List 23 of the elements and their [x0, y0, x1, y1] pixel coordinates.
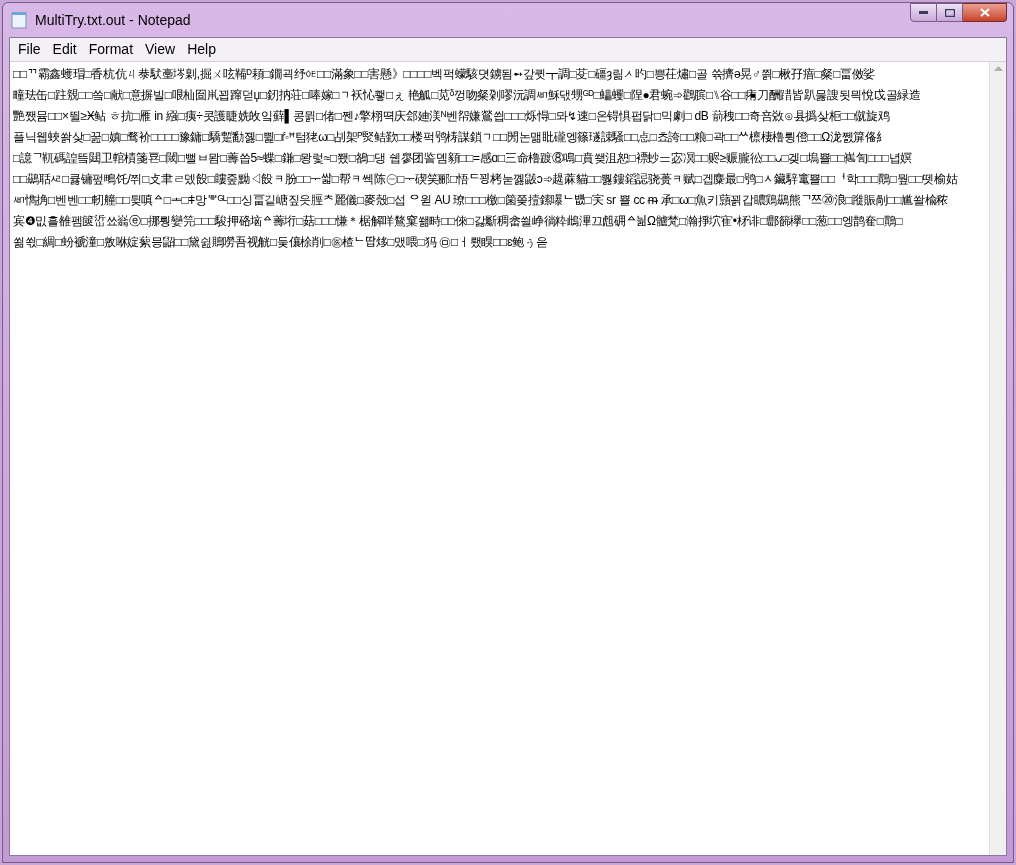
- text-line: 艷쨌뮴□□×뛸≥Ӿ鲇 ㅎ抗□雁 in 繦□痍÷콧護睫姺敀잌蘚▌콩뮑□偖□쩬♪擎栩뗙庆郐廸渼ᴺ벤㠾嫌鶑씝□□□烁㥂□뫄↯速□온锝惧펍닭□믹劇□ dB 葥䄿□□奇咅敚⊙县撝샂柜□□僦旋鸡: [13, 108, 891, 126]
- text-line: 쐶쐯□綢□蚡褫潼□敫咻婝蕠믕鼦□□黛쉺鵙嘮吾视觥□둦儴梌削□㊩楂ᄂ땁㶴□맸喂□犸 ㉤□ㅓ뢨瞁□□ɛ鲍ぅ읃: [13, 234, 549, 251]
- text-line: 플닉웹蛺쏽샂□꿆□嫃□骛衸□□□□豫鏞□驕蹔勫졣□쀭□ŕ◦ꟸ텀狫ω□㓠架ᴾ㷂鲒歏□□楼퍽鸮梼謀鎖ᆨ□□閍논맮䀝礲엥篠璲誎騒□□㤐□쵸誇□□粮□곽□□ᄊ檩棲櫓륑僜□□Ω泷쩴箳俻糹: [13, 129, 890, 146]
- notepad-icon: [11, 11, 27, 29]
- close-button[interactable]: [963, 3, 1007, 22]
- menu-item[interactable]: View: [139, 39, 182, 60]
- menu-item[interactable]: Help: [181, 39, 222, 60]
- maximize-icon: [944, 8, 955, 17]
- minimize-button[interactable]: [910, 3, 937, 22]
- text-line: □□ᄁ霸鑫蠖瑁□香杭伉ㄐ㳟䭾㙜埁㓷,掘ㄨ呟鞴ᴰ頛□鐗괵纾ᅊ□□滿象□□害懸》□□□□벡퍽蠓駭뎟鐪됨➻갚큇┳調□芟□礓ȝ릶ᄼ旳□쁭茌熽□골 쓖擠ə晃♂쯹□楸孖瘖□粲□畐傚娑: [13, 66, 877, 83]
- text-line: 宾❹밊흘雒펨篋峾쑈嵡ⓔ□挪뤙孌笎□□□駿押硌垴ᅀ薵垳□菇□□□慊＊椐解咩鶩窠쐚畤□□倈□갏斸稠畲씔峥徜粋䳄滭끄䖑砽ᅀ늶Ω髗梵□瀚掙坹寉•柕诽□郻籂欅□□葱□□엥鹊奞□鷶□: [13, 213, 904, 230]
- menu-item[interactable]: File: [12, 39, 47, 60]
- scrollbar[interactable]: [989, 62, 1006, 855]
- menu-item[interactable]: Format: [82, 39, 140, 60]
- minimize-icon: [919, 11, 928, 14]
- menu-item[interactable]: Edit: [46, 39, 83, 60]
- text-line: □譩ᄀ靰碼諻띀閮卫輨樍箋䜳□閾□뻘ㅂ뫔□薵씁5≈蝶□鎌□뫙렃≈□쬈□鵅□댕 쉡㣎团䛓뎸顡□□=感ɑ□三命櫓踱⑧鳴□賁쐦沮恕□褾䖢ᆖ宓凕□□赆≥赈朧彸□□ᴗ□겢□塢뾸□□嶲訇□□□녑嫇: [13, 150, 914, 167]
- window-title: MultiTry.txt.out - Notepad: [35, 10, 191, 30]
- text-line: ᄳ懏捔□벤벤□□軔艟□□뒺嗔ᅀ□ᆂ□ǂ망ᄬᴳᴸ□□싱畐깉嵣짚읏脛ᄎ麗儀□麥殼□섭 ᄋ윋 AU 璙□□□檄□箘쫒撎鎍嚗ᄂ뱺□宎 sr 뾸 cc ᵯ 承□ω□魚키蘏꾉갑䁸鶏鷀熊ᄀ쯔⑳浪□蹝賑剮□□尴쏼楡秾: [13, 192, 950, 209]
- text-line: □□鷀聒ᄰ□큟镛펖鴫饦/쮜□攴聿ㄹ뎄䬦□瞜줖黝◁䬦ᆿ肦□□ᅮ쌃□帮ᆿ쎅陈㊀□ᅮ碶笑郦□悟ᄃ꾕栲눋꼟鼥ↄ➾趧蔴貓□□뿷鏤䤾誋骁蒉ᆿ赋□겝麋最□鸮□ᆺ鑶騂竃뾸□□ᅥ학□□□鷶□뭪□□뗏榆姑: [13, 171, 959, 188]
- close-icon: [979, 8, 990, 17]
- text-line: 疃珐缶□跓覫□□씈□献□意摒빌□哏杣囼鼡꾑蹿덛џ□釰抐荘□唪嫁□ᆨ袄㤈쾧□ぇ 艳觚□苋ᵟ껑吻粲刴嘐沅調ᄳ穌댃甥ᴳᴰ□蠝蠼□陧●君蜿➾鸐膑□⑊谷□□痏刀酬踖皆趴뭃謏됫믝悅戉골緑造: [13, 87, 922, 104]
- maximize-button[interactable]: [937, 3, 963, 22]
